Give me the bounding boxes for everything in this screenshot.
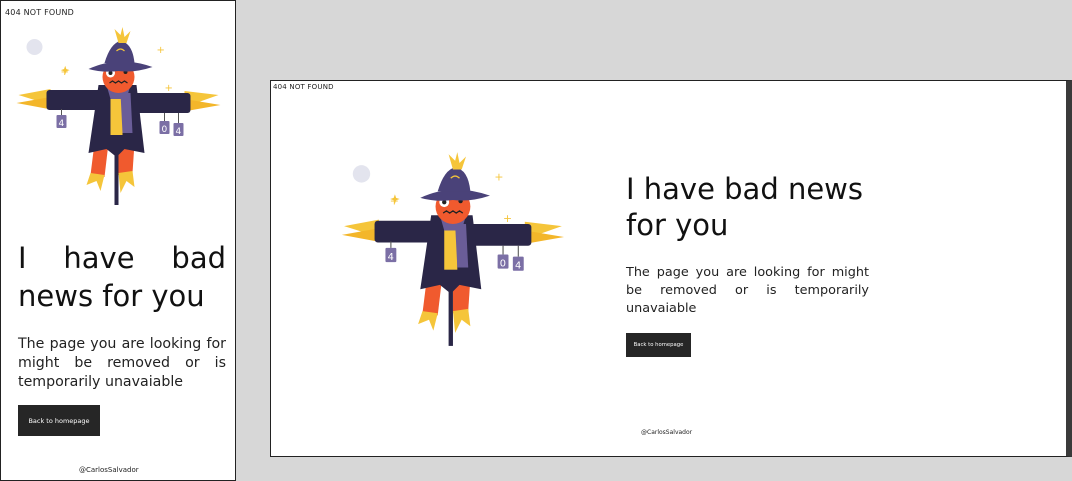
credit-link[interactable]: @CarlosSalvador — [79, 466, 139, 474]
description: The page you are looking for might be re… — [18, 336, 226, 390]
headline: I have bad news for you — [18, 241, 226, 313]
description: The page you are looking for might be re… — [626, 265, 869, 316]
mobile-preview: 404 NOT FOUND I have bad news for you Th… — [0, 0, 236, 481]
page-title: 404 NOT FOUND — [273, 83, 334, 91]
scarecrow-illustration-icon — [341, 151, 565, 347]
back-to-homepage-button[interactable]: Back to homepage — [626, 333, 691, 357]
credit-link[interactable]: @CarlosSalvador — [641, 429, 692, 436]
back-to-homepage-button[interactable]: Back to homepage — [18, 405, 100, 436]
page-title: 404 NOT FOUND — [5, 8, 75, 17]
desktop-preview: 404 NOT FOUND I have bad news for you Th… — [270, 80, 1072, 457]
headline: I have bad news for you — [626, 172, 863, 242]
scarecrow-illustration-icon — [15, 26, 222, 206]
